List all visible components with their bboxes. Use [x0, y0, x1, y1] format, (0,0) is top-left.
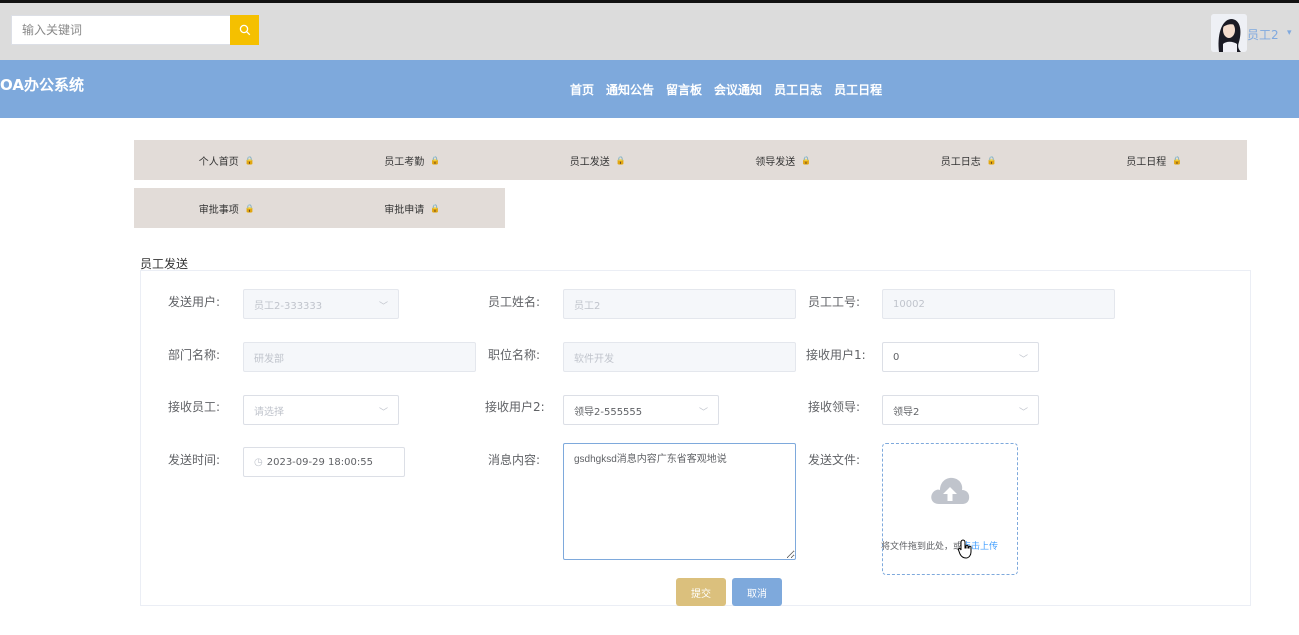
user-name[interactable]: 员工2	[1247, 26, 1279, 43]
clock-icon: ◷	[254, 456, 263, 468]
search-box	[11, 15, 259, 45]
chevron-down-icon: ﹀	[698, 408, 708, 418]
label-recv-user2: 接收用户2:	[485, 400, 545, 414]
cancel-button[interactable]: 取消	[732, 578, 782, 606]
message-textarea[interactable]: gsdhgksd消息内容广东省客观地说	[563, 443, 796, 560]
send-time-picker[interactable]: ◷ 2023-09-29 18:00:55	[243, 447, 405, 477]
function-tabs: 个人首页 🔒 员工考勤 🔒 员工发送 🔒 领导发送 🔒 员工日志 🔒 员工日程 🔒 审批事项…	[134, 140, 1247, 228]
menu-item-employee-log[interactable]: 员工日志	[774, 81, 822, 98]
recv-emp-select[interactable]: 请选择 ﹀	[243, 395, 399, 425]
label-send-file: 发送文件:	[808, 453, 861, 467]
tab-employee-log[interactable]: 员工日志 🔒	[876, 140, 1062, 180]
lock-icon: 🔒	[430, 203, 441, 213]
avatar[interactable]	[1211, 14, 1247, 52]
file-upload-area[interactable]: 将文件拖到此处，或点击上传	[881, 443, 1018, 575]
label-message: 消息内容:	[488, 453, 541, 467]
recv-leader-select[interactable]: 领导2 ﹀	[882, 395, 1039, 425]
search-button[interactable]	[230, 15, 259, 45]
recv-user1-select[interactable]: 0 ﹀	[882, 342, 1039, 372]
menu-item-meeting[interactable]: 会议通知	[714, 81, 762, 98]
label-send-user: 发送用户:	[168, 295, 221, 309]
lock-icon: 🔒	[1172, 155, 1183, 165]
tab-personal-home[interactable]: 个人首页 🔒	[134, 140, 320, 180]
tab-leader-send[interactable]: 领导发送 🔒	[691, 140, 877, 180]
chevron-down-icon: ﹀	[378, 408, 388, 418]
brand-title: OA办公系统	[0, 76, 84, 94]
submit-button[interactable]: 提交	[676, 578, 726, 606]
lock-icon: 🔒	[801, 155, 812, 165]
lock-icon: 🔒	[244, 155, 255, 165]
upload-cloud-icon	[931, 477, 970, 504]
emp-no-field: 10002	[882, 289, 1115, 319]
chevron-down-icon: ﹀	[1018, 355, 1028, 365]
upload-hint: 将文件拖到此处，或点击上传	[881, 542, 999, 552]
tab-approval-request[interactable]: 审批申请 🔒	[320, 188, 506, 228]
menu-item-employee-schedule[interactable]: 员工日程	[834, 81, 882, 98]
chevron-down-icon[interactable]: ▾	[1287, 28, 1292, 38]
chevron-down-icon: ﹀	[1018, 408, 1028, 418]
lock-icon: 🔒	[615, 155, 626, 165]
label-recv-leader: 接收领导:	[808, 400, 861, 414]
lock-icon: 🔒	[244, 203, 255, 213]
label-recv-user1: 接收用户1:	[806, 348, 866, 362]
label-emp-name: 员工姓名:	[488, 295, 541, 309]
main-menu: 首页 通知公告 留言板 会议通知 员工日志 员工日程	[570, 81, 894, 98]
position-field: 软件开发	[563, 342, 796, 372]
menu-item-message-board[interactable]: 留言板	[666, 81, 702, 98]
lock-icon: 🔒	[430, 155, 441, 165]
lock-icon: 🔒	[986, 155, 997, 165]
send-user-select: 员工2-333333 ﹀	[243, 289, 399, 319]
label-recv-emp: 接收员工:	[168, 400, 221, 414]
label-dept: 部门名称:	[168, 348, 221, 362]
hand-cursor-icon	[958, 539, 972, 559]
tab-employee-send[interactable]: 员工发送 🔒	[505, 140, 691, 180]
label-emp-no: 员工工号:	[808, 295, 861, 309]
emp-name-field: 员工2	[563, 289, 796, 319]
chevron-down-icon: ﹀	[378, 302, 388, 312]
search-icon	[239, 24, 250, 36]
menu-item-home[interactable]: 首页	[570, 81, 594, 98]
dept-field: 研发部	[243, 342, 476, 372]
tab-approval-items[interactable]: 审批事项 🔒	[134, 188, 320, 228]
tab-attendance[interactable]: 员工考勤 🔒	[320, 140, 506, 180]
menu-item-notice[interactable]: 通知公告	[606, 81, 654, 98]
search-input[interactable]	[11, 15, 230, 45]
label-send-time: 发送时间:	[168, 453, 221, 467]
recv-user2-select[interactable]: 领导2-555555 ﹀	[563, 395, 719, 425]
tab-employee-schedule[interactable]: 员工日程 🔒	[1062, 140, 1248, 180]
label-position: 职位名称:	[488, 348, 541, 362]
